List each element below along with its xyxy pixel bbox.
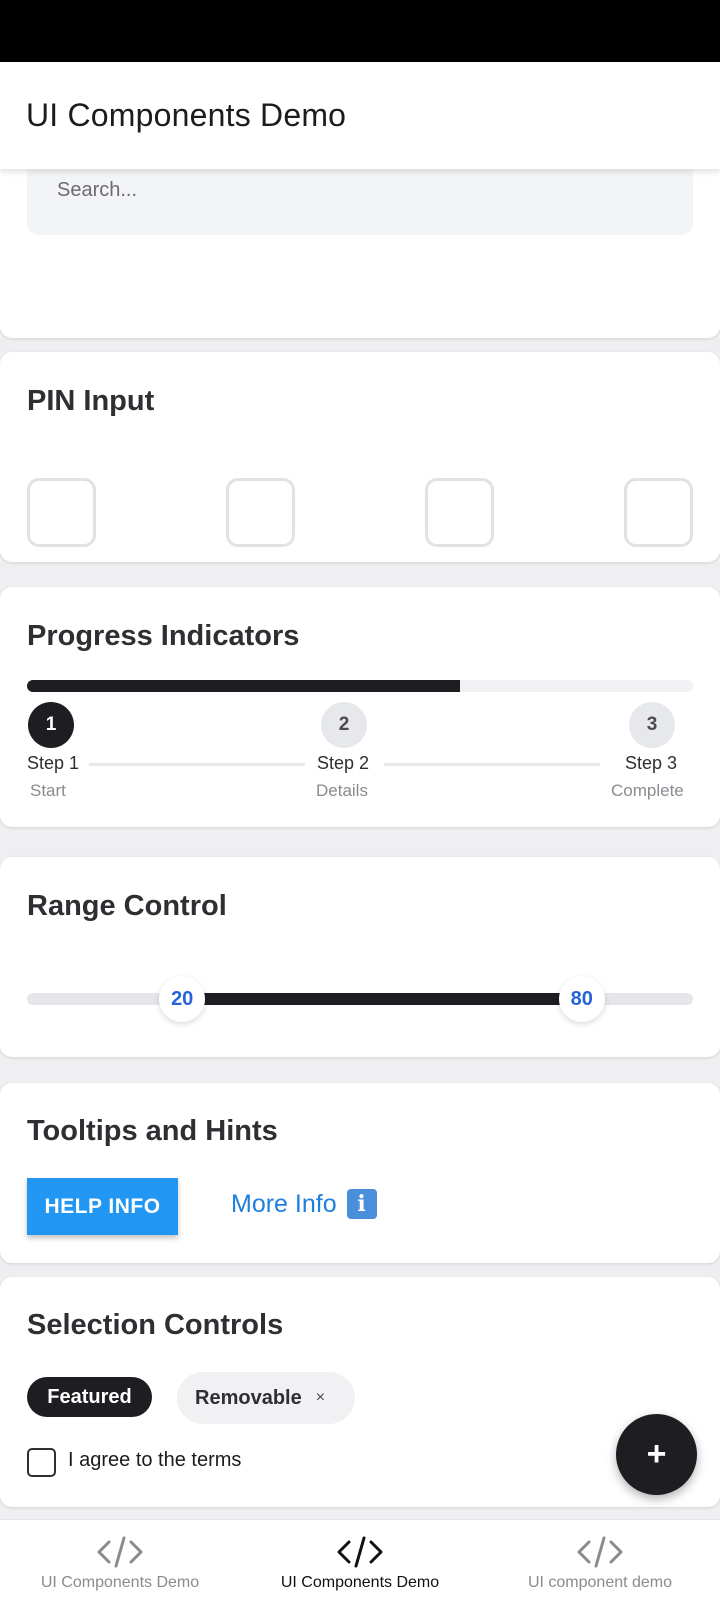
info-icon: i [346, 1189, 377, 1219]
code-icon [337, 1536, 383, 1568]
help-info-button[interactable]: HELP INFO [27, 1178, 178, 1235]
terms-checkbox[interactable] [27, 1448, 56, 1477]
content-scroll[interactable]: Search... PIN Input Progress Indicators … [0, 169, 720, 1519]
add-fab-button[interactable]: + [616, 1414, 697, 1495]
pin-card [0, 352, 720, 562]
nav-item-1[interactable]: UI Components Demo [0, 1520, 240, 1600]
nav-label-2: UI Components Demo [280, 1574, 440, 1591]
step-3-circle[interactable]: 3 [629, 702, 675, 748]
pin-digit-2[interactable] [226, 478, 295, 547]
step-1-circle[interactable]: 1 [28, 702, 74, 748]
code-icon [97, 1536, 143, 1568]
pin-digit-4[interactable] [624, 478, 693, 547]
nav-item-3[interactable]: UI component demo [480, 1520, 720, 1600]
tooltips-title: Tooltips and Hints [27, 1115, 278, 1147]
progress-bar [27, 680, 693, 692]
step-connector-1 [89, 763, 305, 766]
code-icon [577, 1536, 623, 1568]
step-connector-2 [384, 763, 600, 766]
search-card: Search... [0, 169, 720, 338]
step-1-sub: Start [30, 781, 66, 800]
range-max-thumb[interactable]: 80 [558, 976, 605, 1022]
bottom-nav: UI Components Demo UI Components Demo UI… [0, 1519, 720, 1600]
step-3-sub: Complete [611, 781, 684, 800]
nav-label-1: UI Components Demo [40, 1574, 200, 1591]
progress-title: Progress Indicators [27, 620, 300, 652]
nav-label-3: UI component demo [527, 1574, 673, 1591]
status-bar [0, 0, 720, 62]
range-min-thumb[interactable]: 20 [159, 976, 206, 1022]
close-icon[interactable]: × [316, 1389, 325, 1407]
step-2-sub: Details [316, 781, 368, 800]
search-input[interactable]: Search... [27, 169, 693, 235]
step-3-label: Step 3 [625, 753, 678, 773]
search-placeholder: Search... [57, 179, 138, 201]
more-info-link[interactable]: More Info i [231, 1189, 377, 1219]
nav-item-2[interactable]: UI Components Demo [240, 1520, 480, 1600]
terms-checkbox-label: I agree to the terms [68, 1449, 242, 1471]
featured-chip[interactable]: Featured [27, 1377, 152, 1417]
progress-bar-fill [27, 680, 460, 692]
tooltips-card [0, 1083, 720, 1263]
step-2-circle[interactable]: 2 [321, 702, 367, 748]
app-bar: UI Components Demo [0, 62, 720, 169]
app-title: UI Components Demo [26, 97, 347, 133]
range-title: Range Control [27, 890, 227, 922]
pin-title: PIN Input [27, 385, 155, 417]
selection-title: Selection Controls [27, 1309, 284, 1341]
more-info-label: More Info [231, 1189, 337, 1218]
step-2-label: Step 2 [317, 753, 370, 773]
range-card [0, 857, 720, 1057]
step-1-label: Step 1 [27, 753, 80, 773]
removable-chip-label: Removable [195, 1386, 302, 1409]
range-fill [182, 993, 582, 1005]
pin-digit-1[interactable] [27, 478, 96, 547]
removable-chip[interactable]: Removable × [177, 1372, 355, 1424]
pin-digit-3[interactable] [425, 478, 494, 547]
